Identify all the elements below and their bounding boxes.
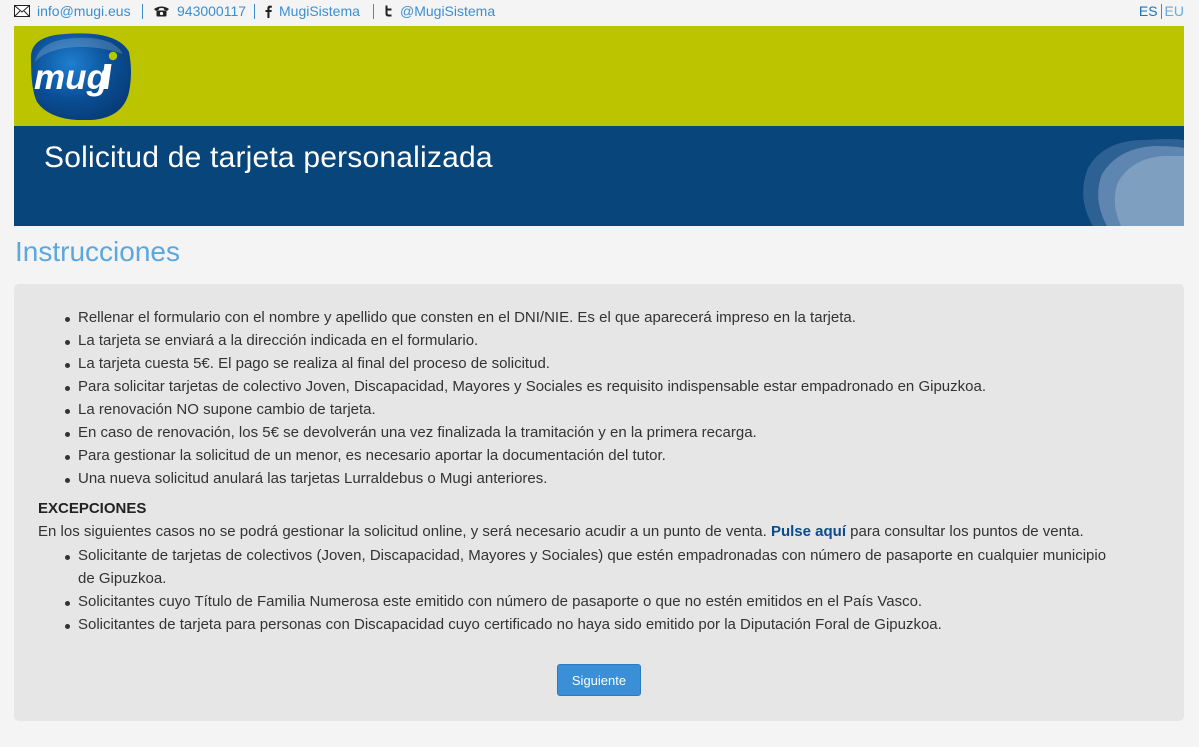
list-item: Una nueva solicitud anulará las tarjetas… [14, 467, 1154, 490]
contact-bar: info@mugi.eus 943000117 MugiSistema @Mug… [14, 0, 1184, 24]
divider [1160, 3, 1162, 19]
exceptions-intro: En los siguientes casos no se podrá gest… [38, 523, 1084, 540]
list-item: La renovación NO supone cambio de tarjet… [14, 398, 1154, 421]
list-item: Solicitantes cuyo Título de Familia Nume… [14, 590, 1114, 613]
facebook-icon [265, 5, 272, 18]
divider [373, 4, 374, 19]
exceptions-intro-text-after: para consultar los puntos de venta. [850, 523, 1084, 540]
email-link[interactable]: info@mugi.eus [14, 3, 131, 19]
twitter-text[interactable]: @MugiSistema [400, 3, 495, 19]
next-button[interactable]: Siguiente [557, 664, 641, 696]
list-item: En caso de renovación, los 5€ se devolve… [14, 421, 1154, 444]
instructions-panel: Rellenar el formulario con el nombre y a… [14, 284, 1184, 721]
list-item: Solicitantes de tarjeta para personas co… [14, 613, 1114, 636]
page-banner: Solicitud de tarjeta personalizada [14, 126, 1184, 226]
exceptions-intro-text: En los siguientes casos no se podrá gest… [38, 523, 767, 540]
phone-text[interactable]: 943000117 [177, 3, 246, 19]
banner-decoration [1083, 139, 1184, 226]
language-switcher: ES EU [1139, 3, 1184, 19]
list-item: Rellenar el formulario con el nombre y a… [14, 306, 1154, 329]
exceptions-heading: EXCEPCIONES [38, 500, 147, 517]
twitter-icon [385, 5, 392, 17]
list-item: Solicitante de tarjetas de colectivos (J… [14, 544, 1114, 590]
phone-link[interactable]: 943000117 [153, 3, 246, 19]
mugi-logo[interactable]: mug [25, 32, 131, 120]
instructions-list: Rellenar el formulario con el nombre y a… [14, 306, 1154, 490]
page-title: Solicitud de tarjeta personalizada [44, 141, 493, 174]
lang-es[interactable]: ES [1139, 3, 1158, 19]
envelope-icon [14, 5, 30, 17]
list-item: Para solicitar tarjetas de colectivo Jov… [14, 375, 1154, 398]
divider [254, 4, 255, 19]
sales-points-link[interactable]: Pulse aquí [771, 523, 846, 540]
email-text[interactable]: info@mugi.eus [37, 3, 131, 19]
list-item: La tarjeta cuesta 5€. El pago se realiza… [14, 352, 1154, 375]
twitter-link[interactable]: @MugiSistema [384, 3, 495, 19]
instructions-heading: Instrucciones [15, 236, 180, 267]
list-item: La tarjeta se enviará a la dirección ind… [14, 329, 1154, 352]
list-item: Para gestionar la solicitud de un menor,… [14, 444, 1154, 467]
site-header: mug [14, 26, 1184, 126]
exceptions-list: Solicitante de tarjetas de colectivos (J… [14, 544, 1114, 636]
divider [142, 4, 143, 19]
svg-text:mug: mug [34, 58, 108, 97]
phone-icon [154, 6, 169, 17]
facebook-text[interactable]: MugiSistema [279, 3, 360, 19]
lang-eu[interactable]: EU [1165, 3, 1184, 19]
facebook-link[interactable]: MugiSistema [265, 3, 360, 19]
